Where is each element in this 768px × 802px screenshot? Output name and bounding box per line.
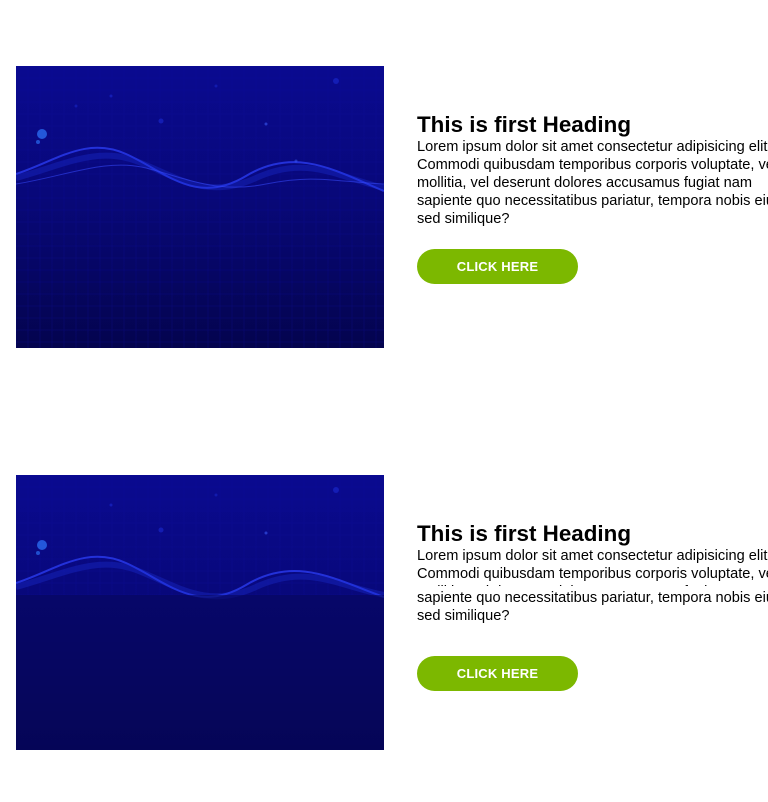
feature-section-2: This is first Heading Lorem ipsum dolor …: [0, 475, 768, 750]
section-heading: This is first Heading: [417, 521, 631, 546]
section-heading: This is first Heading: [417, 112, 631, 137]
abstract-wave-image: [16, 475, 384, 750]
section-body: Lorem ipsum dolor sit amet consectetur a…: [417, 548, 768, 586]
feature-text-2: This is first Heading Lorem ipsum dolor …: [417, 521, 768, 750]
section-body-continued: Lorem ipsum dolor sit amet consectetur a…: [417, 590, 768, 624]
section-body-visible-top: Lorem ipsum dolor sit amet consectetur a…: [417, 547, 768, 586]
section-body-wrap: Lorem ipsum dolor sit amet consectetur a…: [417, 547, 768, 635]
click-here-button[interactable]: CLICK HERE: [417, 249, 578, 284]
section-body-visible-bottom: Lorem ipsum dolor sit amet consectetur a…: [417, 589, 768, 625]
feature-text-1: This is first Heading Lorem ipsum dolor …: [417, 112, 768, 348]
abstract-wave-image: [16, 66, 384, 348]
section-body: Lorem ipsum dolor sit amet consectetur a…: [417, 139, 768, 227]
feature-section-1: This is first Heading Lorem ipsum dolor …: [0, 66, 768, 348]
click-here-button[interactable]: CLICK HERE: [417, 656, 578, 691]
